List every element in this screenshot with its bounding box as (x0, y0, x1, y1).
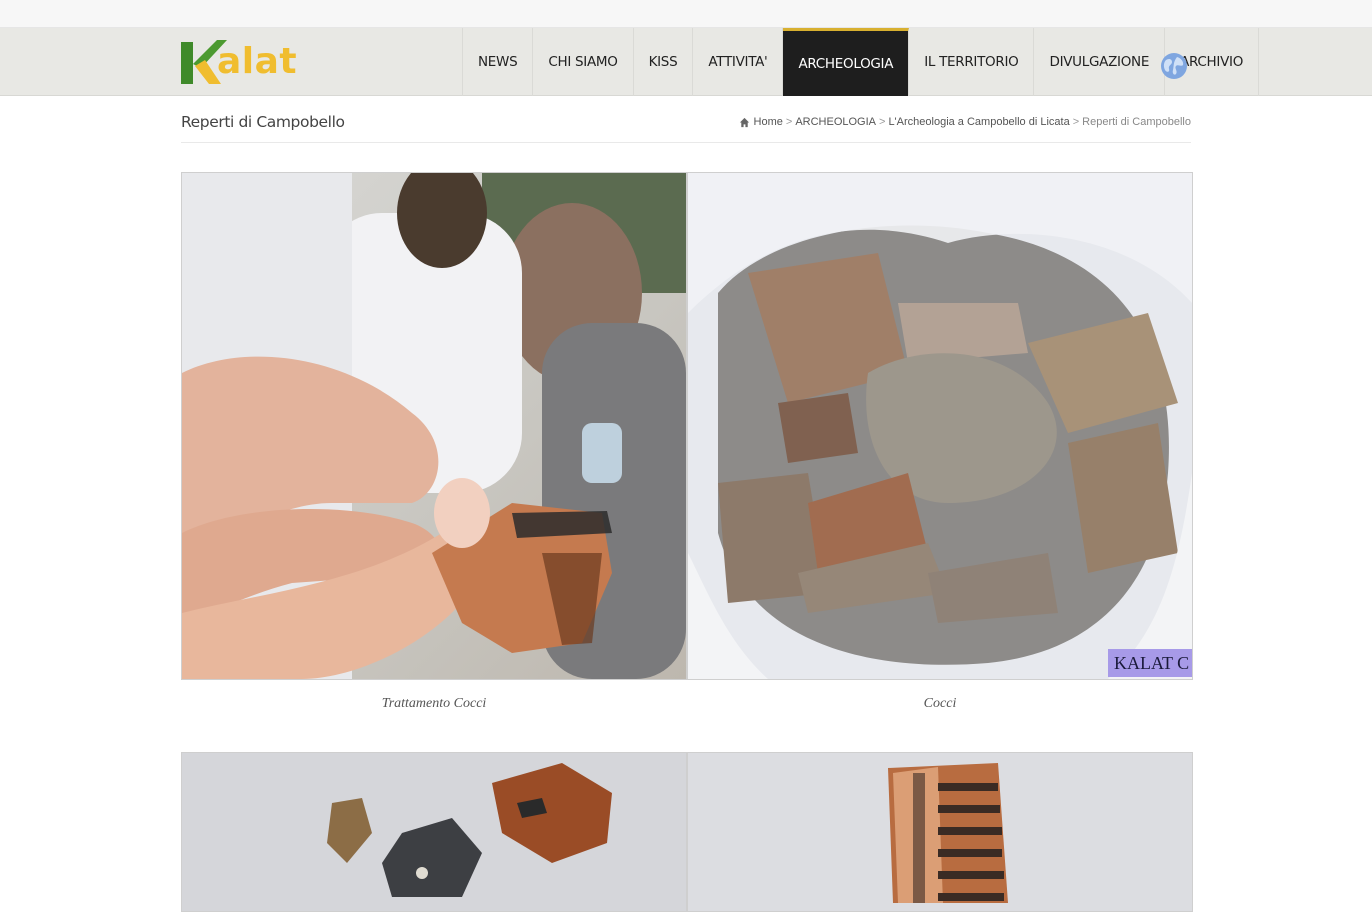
photo-flint-fragments (182, 753, 686, 911)
photo-bag-of-shards: KALAT C (688, 173, 1192, 679)
menu-item-attivita[interactable]: ATTIVITA' (693, 28, 784, 96)
menu-item-archeologia[interactable]: ARCHEOLOGIA (783, 28, 910, 96)
main-navbar: alat NEWS CHI SIAMO KISS ATTIVITA' ARCHE… (0, 28, 1372, 96)
menu-item-divulgazione[interactable]: DIVULGAZIONE (1034, 28, 1166, 96)
globe-icon[interactable] (1160, 52, 1188, 80)
menu-item-news[interactable]: NEWS (463, 28, 534, 96)
gallery-photo-3[interactable] (181, 752, 687, 912)
logo-text: alat (217, 41, 298, 82)
photo-hand-holding-shard (182, 173, 686, 679)
site-logo[interactable]: alat (181, 38, 297, 86)
menu-item-kiss[interactable]: KISS (634, 28, 694, 96)
photo-striped-shard (688, 753, 1192, 911)
breadcrumb: Home > ARCHEOLOGIA > L'Archeologia a Cam… (739, 116, 1191, 128)
top-strip (0, 0, 1372, 28)
gallery-caption: Cocci (923, 696, 957, 711)
breadcrumb-separator: > (1072, 116, 1080, 128)
home-icon (739, 117, 749, 127)
photo-watermark: KALAT C (1114, 653, 1189, 673)
menu-item-chi-siamo[interactable]: CHI SIAMO (533, 28, 634, 96)
gallery-photo-cocci[interactable]: KALAT C (687, 172, 1193, 680)
page-header: Reperti di Campobello Home > ARCHEOLOGIA… (181, 113, 1191, 143)
breadcrumb-separator: > (879, 116, 886, 128)
menu-item-il-territorio[interactable]: IL TERRITORIO (909, 28, 1035, 96)
gallery-caption: Trattamento Cocci (381, 696, 487, 711)
page-title: Reperti di Campobello (181, 113, 345, 131)
gallery-photo-trattamento-cocci[interactable] (181, 172, 687, 680)
main-menu: NEWS CHI SIAMO KISS ATTIVITA' ARCHEOLOGI… (462, 28, 1260, 96)
breadcrumb-separator: > (785, 116, 793, 128)
gallery-photo-4[interactable] (687, 752, 1193, 912)
breadcrumb-archeologia[interactable]: ARCHEOLOGIA (795, 116, 876, 128)
breadcrumb-home[interactable]: Home (754, 116, 783, 128)
breadcrumb-current: Reperti di Campobello (1082, 116, 1191, 128)
breadcrumb-archeologia-campobello[interactable]: L'Archeologia a Campobello di Licata (888, 116, 1069, 128)
